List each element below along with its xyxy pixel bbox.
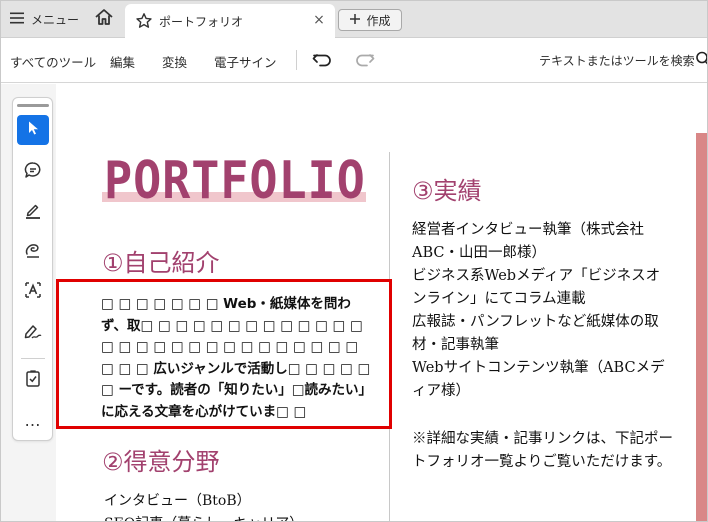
draw-tool-button[interactable] — [17, 237, 49, 267]
search-icon[interactable] — [695, 51, 707, 71]
intro-heading: ①自己紹介 — [102, 249, 220, 277]
create-button[interactable]: 作成 — [338, 9, 402, 31]
toolbar-divider — [296, 50, 297, 70]
tab-portfolio[interactable]: ポートフォリオ × — [125, 4, 335, 38]
rail-divider — [21, 358, 45, 359]
document-page[interactable]: PORTFOLIO ①自己紹介 □ □ □ □ □ □ □ Web・紙媒体を問わ… — [56, 84, 707, 521]
tab-close-icon[interactable]: × — [311, 12, 327, 28]
checklist-tool-button[interactable] — [17, 366, 49, 396]
draw-freeform-icon — [24, 241, 42, 263]
text-tool-button[interactable] — [17, 277, 49, 307]
highlight-pen-icon — [24, 201, 42, 223]
star-icon[interactable] — [135, 12, 153, 34]
checklist-icon — [25, 370, 41, 392]
more-tools-button[interactable]: … — [17, 405, 49, 435]
app-window: メニュー ポートフォリオ × 作成 すべてのツール 編集 変換 電子サイン テキ… — [0, 0, 708, 522]
results-item: 経営者インタビュー執筆（株式会社ABC・山田一郎様） — [412, 222, 644, 261]
results-list: 経営者インタビュー執筆（株式会社ABC・山田一郎様） ビジネス系Webメディア「… — [412, 219, 674, 403]
results-heading: ③実績 — [412, 177, 482, 205]
select-arrow-icon — [26, 120, 40, 140]
text-select-icon — [23, 280, 43, 304]
create-label: 作成 — [366, 13, 391, 28]
comment-tool-button[interactable] — [17, 157, 49, 187]
plus-icon — [349, 13, 361, 28]
comment-icon — [24, 161, 42, 183]
menu-label: メニュー — [31, 12, 80, 27]
toolbar-all-tools[interactable]: すべてのツール — [10, 52, 96, 71]
toolbar-edit[interactable]: 編集 — [110, 52, 135, 71]
home-icon — [94, 8, 114, 30]
hamburger-icon — [9, 11, 25, 28]
intro-text[interactable]: □ □ □ □ □ □ □ Web・紙媒体を問わず、取□ □ □ □ □ □ □… — [101, 294, 371, 423]
results-item: ビジネス系Webメディア「ビジネスオンライン」にてコラム連載 — [412, 268, 661, 307]
search-input[interactable]: テキストまたはツールを検索 — [539, 52, 695, 69]
results-item: Webサイトコンテンツ執筆（ABCメディア様） — [412, 360, 665, 399]
results-note: ※詳細な実績・記事リンクは、下記ポートフォリオ一覧よりご覧いただけます。 — [412, 431, 673, 470]
highlight-tool-button[interactable] — [17, 197, 49, 227]
skills-line-1: インタビュー（BtoB） — [104, 493, 251, 509]
skills-heading: ②得意分野 — [102, 448, 220, 476]
sign-pen-icon — [23, 322, 43, 344]
tool-rail: … — [12, 97, 53, 441]
undo-icon[interactable] — [311, 50, 333, 74]
results-item: 広報誌・パンフレットなど紙媒体の取材・記事執筆 — [412, 314, 659, 353]
select-tool-button[interactable] — [17, 115, 49, 145]
menu-button[interactable]: メニュー — [5, 7, 83, 31]
portfolio-title: PORTFOLIO — [104, 151, 366, 211]
tab-bar: メニュー ポートフォリオ × 作成 — [1, 1, 707, 38]
sign-tool-button[interactable] — [17, 318, 49, 348]
redo-icon[interactable] — [354, 50, 376, 74]
home-button[interactable] — [91, 7, 117, 31]
skills-line-2: SEO記事（暮らし・キャリア） — [104, 513, 303, 521]
main-toolbar: すべてのツール 編集 変換 電子サイン テキストまたはツールを検索 — [1, 38, 707, 83]
toolbar-convert[interactable]: 変換 — [162, 52, 187, 71]
rail-grip-handle[interactable] — [17, 104, 49, 107]
toolbar-e-sign[interactable]: 電子サイン — [214, 52, 277, 71]
tab-title: ポートフォリオ — [159, 15, 244, 29]
decorative-side-bar — [696, 133, 707, 521]
more-icon: … — [24, 410, 42, 430]
